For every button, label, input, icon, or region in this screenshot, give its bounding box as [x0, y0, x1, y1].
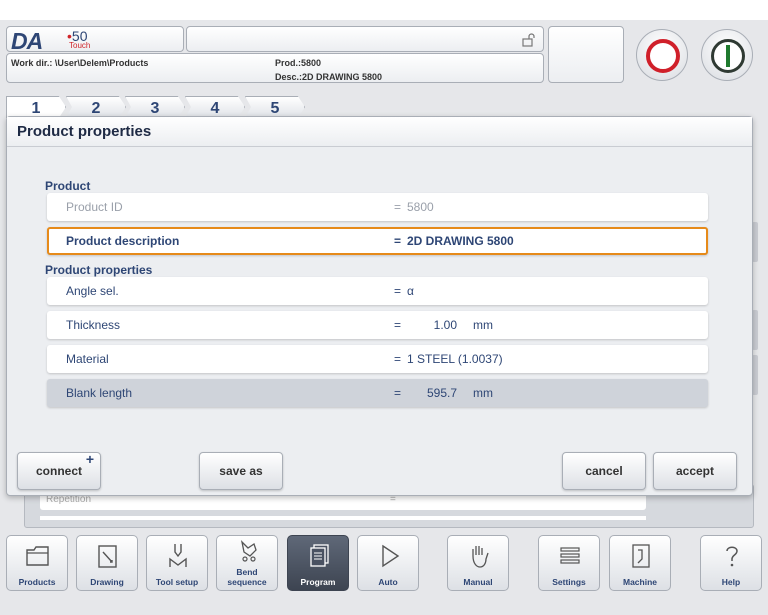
- play-icon: [382, 544, 400, 568]
- section-product-properties: Product properties: [45, 263, 153, 277]
- row-unit: mm: [473, 318, 493, 332]
- nav-label: Tool setup: [155, 577, 199, 587]
- nav-label: Program: [300, 577, 336, 587]
- row-label: Product description: [66, 234, 180, 248]
- dialog-title: Product properties: [7, 117, 752, 147]
- row-label: Angle sel.: [66, 284, 119, 298]
- stop-icon: [646, 39, 680, 73]
- bend-sequence-icon: [240, 540, 257, 562]
- nav-machine[interactable]: Machine: [609, 535, 671, 591]
- nav-products[interactable]: Products: [6, 535, 68, 591]
- row-value: 1.00: [433, 318, 457, 332]
- logo-touch-text: Touch: [69, 41, 91, 50]
- nav-label: Manual: [463, 577, 493, 587]
- row-eq: =: [394, 386, 402, 400]
- tab-3[interactable]: 3: [125, 96, 185, 118]
- tab-4[interactable]: 4: [185, 96, 245, 118]
- row-thickness[interactable]: Thickness = 1.00 mm: [47, 311, 708, 339]
- nav-help[interactable]: Help: [700, 535, 762, 591]
- row-unit: mm: [473, 386, 493, 400]
- nav-label: Bend sequence: [227, 567, 267, 587]
- tool-setup-icon: [169, 544, 187, 567]
- connect-button[interactable]: connect +: [17, 451, 101, 490]
- row-label: Blank length: [66, 386, 133, 400]
- machine-icon: [632, 544, 650, 568]
- row-value: 595.7: [426, 386, 457, 400]
- nav-label: Settings: [552, 577, 586, 587]
- background-line: [40, 516, 646, 520]
- nav-label: Products: [18, 577, 56, 587]
- start-button[interactable]: [701, 29, 753, 81]
- product-number: Prod.:5800: [275, 58, 322, 68]
- logo-da-text: DA: [11, 28, 43, 54]
- section-product: Product: [45, 179, 91, 193]
- row-label: Product ID: [66, 200, 123, 214]
- plus-icon: +: [85, 451, 94, 467]
- help-icon: [726, 546, 738, 567]
- nav-tool-setup[interactable]: Tool setup: [146, 535, 208, 591]
- row-material[interactable]: Material = 1 STEEL (1.0037): [47, 345, 708, 373]
- nav-bend-sequence[interactable]: Bend sequence: [216, 535, 278, 591]
- row-blank-length: Blank length = 595.7 mm: [47, 379, 708, 407]
- unlock-icon[interactable]: [521, 33, 535, 47]
- product-properties-dialog: Product properties Product Product ID = …: [6, 116, 753, 496]
- row-label: Material: [66, 352, 109, 366]
- row-value: 2D DRAWING 5800: [407, 234, 514, 248]
- product-desc: Desc.:2D DRAWING 5800: [275, 72, 383, 82]
- row-eq: =: [394, 234, 402, 248]
- status-bar: [186, 26, 544, 52]
- connect-label: connect: [35, 464, 82, 478]
- tab-1[interactable]: 1: [6, 96, 66, 118]
- settings-icon: [560, 547, 580, 564]
- row-value: 5800: [407, 200, 434, 214]
- nav-drawing[interactable]: Drawing: [76, 535, 138, 591]
- nav-label: Drawing: [90, 577, 124, 587]
- logo: DA •50 Touch: [6, 26, 184, 54]
- row-product-description[interactable]: Product description = 2D DRAWING 5800: [47, 227, 708, 255]
- program-icon: [310, 544, 329, 567]
- drawing-icon: [98, 545, 117, 568]
- nav-program[interactable]: Program: [287, 535, 349, 591]
- start-bar: [726, 45, 730, 67]
- save-as-button[interactable]: save as: [199, 452, 283, 490]
- tab-5[interactable]: 5: [245, 96, 305, 118]
- nav-manual[interactable]: Manual: [447, 535, 509, 591]
- row-value: 1 STEEL (1.0037): [407, 352, 503, 366]
- accept-button[interactable]: accept: [653, 452, 737, 490]
- program-info: Work dir.: \User\Delem\Products Prod.:58…: [6, 53, 544, 83]
- row-product-id: Product ID = 5800: [47, 193, 708, 221]
- row-value: α: [407, 284, 414, 298]
- nav-label: Auto: [378, 577, 398, 587]
- nav-settings[interactable]: Settings: [538, 535, 600, 591]
- nav-auto[interactable]: Auto: [357, 535, 419, 591]
- row-eq: =: [394, 352, 402, 366]
- row-label: Thickness: [66, 318, 121, 332]
- row-eq: =: [394, 318, 402, 332]
- row-eq: =: [394, 284, 402, 298]
- row-angle-sel[interactable]: Angle sel. = α: [47, 277, 708, 305]
- cancel-button[interactable]: cancel: [562, 452, 646, 490]
- message-area: [548, 26, 624, 83]
- work-dir: Work dir.: \User\Delem\Products: [11, 58, 149, 68]
- nav-label: Help: [721, 577, 741, 587]
- tab-2[interactable]: 2: [66, 96, 126, 118]
- nav-label: Machine: [622, 577, 657, 587]
- folder-icon: [26, 546, 49, 566]
- stop-button[interactable]: [636, 29, 688, 81]
- hand-icon: [472, 546, 489, 568]
- row-eq: =: [394, 200, 402, 214]
